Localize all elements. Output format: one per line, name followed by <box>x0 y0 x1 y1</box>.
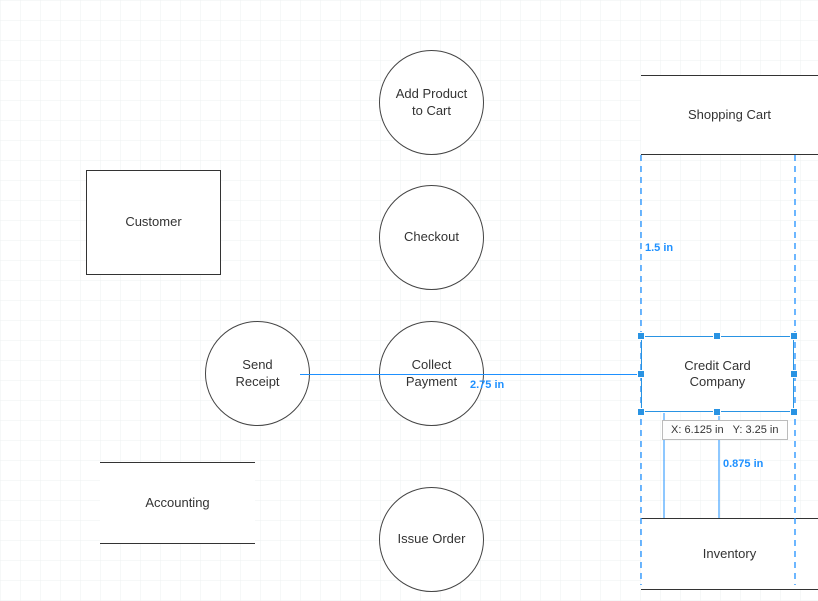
selection-handle[interactable] <box>713 408 721 416</box>
node-customer[interactable]: Customer <box>86 170 221 275</box>
node-label: Inventory <box>703 546 756 562</box>
node-shopping-cart[interactable]: Shopping Cart <box>641 75 818 155</box>
coord-x-label: X: <box>671 424 681 436</box>
node-label: Accounting <box>145 495 209 511</box>
coord-y-value: 3.25 in <box>745 424 778 436</box>
node-label: Customer <box>125 214 181 230</box>
selection-handle[interactable] <box>637 332 645 340</box>
selection-handle[interactable] <box>790 408 798 416</box>
selection-handle[interactable] <box>713 332 721 340</box>
node-label: Add Product to Cart <box>396 86 468 119</box>
diagram-canvas[interactable]: Customer Add Product to Cart Checkout Se… <box>0 0 818 601</box>
dim-cc-to-inventory: 0.875 in <box>723 458 763 470</box>
node-label: Shopping Cart <box>688 107 771 123</box>
node-credit-card-company[interactable]: Credit Card Company <box>641 336 794 412</box>
selection-handle[interactable] <box>637 408 645 416</box>
node-add-product[interactable]: Add Product to Cart <box>379 50 484 155</box>
coord-y-label: Y: <box>733 424 743 436</box>
connector-collect-to-cc <box>300 374 640 375</box>
selection-handle[interactable] <box>790 370 798 378</box>
node-accounting[interactable]: Accounting <box>100 462 255 544</box>
node-label: Credit Card Company <box>684 358 750 391</box>
node-label: Issue Order <box>398 531 466 547</box>
node-label: Send Receipt <box>235 357 279 390</box>
dim-cart-to-cc: 1.5 in <box>645 242 673 254</box>
node-label: Checkout <box>404 229 459 245</box>
node-inventory[interactable]: Inventory <box>641 518 818 590</box>
node-issue-order[interactable]: Issue Order <box>379 487 484 592</box>
selection-handle[interactable] <box>637 370 645 378</box>
node-checkout[interactable]: Checkout <box>379 185 484 290</box>
dim-collect-to-cc: 2.75 in <box>470 379 504 391</box>
node-send-receipt[interactable]: Send Receipt <box>205 321 310 426</box>
coord-x-value: 6.125 in <box>684 424 723 436</box>
coord-tooltip: X: 6.125 in Y: 3.25 in <box>662 420 788 440</box>
selection-handle[interactable] <box>790 332 798 340</box>
